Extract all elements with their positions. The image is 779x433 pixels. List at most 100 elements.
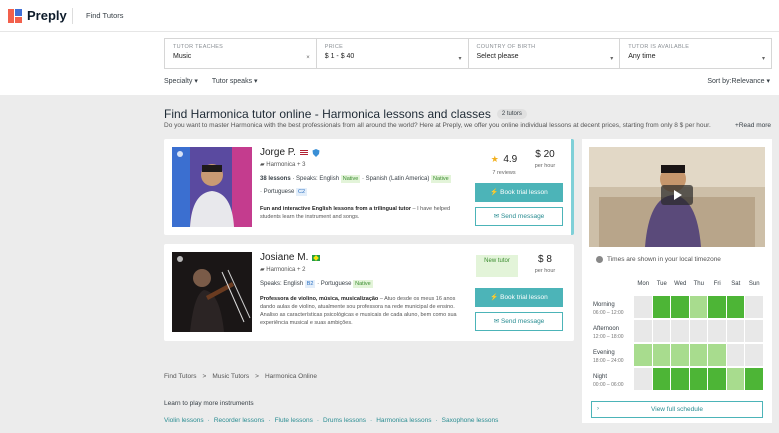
language-level-badge: Native (353, 280, 373, 288)
filter-value: Music (173, 53, 192, 60)
price-value: $ 8 (538, 254, 552, 265)
book-trial-button[interactable]: ⚡ Book trial lesson (475, 183, 563, 202)
availability-cell (708, 344, 726, 366)
schedule-day-header: Mon Tue Wed Thu Fri Sat Sun (634, 281, 764, 287)
availability-cell (689, 344, 707, 366)
availability-cell (726, 320, 744, 342)
brand-name: Preply (27, 8, 67, 23)
subject-text: Harmonica + 3 (266, 162, 306, 168)
availability-cell (634, 368, 652, 390)
tutor-card[interactable]: Josiane M. ▰ Harmonica + 2 Speaks: Engli… (164, 244, 574, 341)
chevron-down-icon: ▾ (761, 56, 765, 62)
slot-time: 06:00 – 12:00 (593, 310, 624, 316)
nav-find-tutors[interactable]: Find Tutors (86, 11, 124, 20)
availability-cell (671, 344, 689, 366)
link-separator: · (316, 417, 320, 424)
link-saxophone-lessons[interactable]: Saxophone lessons (442, 417, 499, 424)
link-violin-lessons[interactable]: Violin lessons (164, 417, 204, 424)
availability-cell (745, 320, 763, 342)
subject-text: Harmonica + 2 (266, 267, 306, 273)
slot-label-afternoon: Afternoon 12:00 – 18:00 (593, 325, 624, 341)
tutor-subject: ▰ Harmonica + 2 (260, 266, 305, 273)
link-separator: · (207, 417, 210, 424)
link-separator: · (268, 417, 271, 424)
filter-label: TUTOR TEACHES (173, 44, 224, 50)
filter-label: COUNTRY OF BIRTH (476, 44, 536, 50)
slot-time: 12:00 – 18:00 (593, 334, 624, 340)
intro-video[interactable] (589, 147, 765, 247)
filter-tutor-available[interactable]: TUTOR IS AVAILABLE Any time ▾ (620, 39, 771, 68)
breadcrumb-separator: > (202, 373, 207, 380)
breadcrumb-separator: > (255, 373, 259, 380)
filter-tutor-teaches[interactable]: TUTOR TEACHES Music × (165, 39, 317, 68)
send-message-button[interactable]: ✉ Send message (475, 207, 563, 226)
send-message-button[interactable]: ✉ Send message (475, 312, 563, 331)
timezone-note: Times are shown in your local timezone (596, 256, 721, 263)
view-full-schedule-button[interactable]: › View full schedule (591, 401, 763, 418)
language-name: · Spanish (Latin America) (362, 176, 430, 182)
availability-cell (634, 296, 652, 318)
filter-country-of-birth[interactable]: COUNTRY OF BIRTH Select please ▾ (469, 39, 621, 68)
specialty-dropdown[interactable]: Specialty ▾ (164, 77, 198, 85)
sort-dropdown[interactable]: Sort by:Relevance ▾ (707, 77, 770, 85)
availability-cell (708, 368, 726, 390)
availability-cell (708, 296, 726, 318)
read-more-link[interactable]: +Read more (733, 122, 771, 129)
play-icon[interactable] (661, 185, 693, 205)
availability-cell (671, 320, 689, 342)
link-recorder-lessons[interactable]: Recorder lessons (214, 417, 265, 424)
breadcrumb-music-tutors[interactable]: Music Tutors (212, 373, 249, 380)
price-value: $ 20 (535, 149, 555, 160)
availability-cell (652, 320, 670, 342)
chevron-right-icon: › (597, 406, 599, 412)
tutor-price: $ 8 per hour (526, 254, 564, 274)
breadcrumb-find-tutors[interactable]: Find Tutors (164, 373, 197, 380)
tutor-name[interactable]: Josiane M. (260, 252, 308, 263)
tutor-photo[interactable] (172, 252, 252, 332)
description-headline: Professora de violino, música, musicaliz… (260, 296, 379, 302)
review-count[interactable]: 7 reviews (484, 170, 524, 176)
tutor-count-badge: 2 tutors (496, 109, 527, 119)
day-label: Sun (748, 281, 760, 287)
day-label: Tue (656, 281, 667, 287)
brand-logo[interactable]: Preply (8, 8, 67, 23)
tutor-description: Professora de violino, música, musicaliz… (260, 295, 470, 327)
price-unit: per hour (534, 268, 556, 274)
page-intro: Do you want to master Harmonica with the… (164, 122, 711, 129)
tutor-speaks-dropdown[interactable]: Tutor speaks ▾ (212, 77, 258, 85)
link-harmonica-lessons[interactable]: Harmonica lessons (376, 417, 431, 424)
brazil-flag-icon (312, 254, 321, 261)
tutor-rating: ★ 4.9 7 reviews (484, 149, 524, 176)
tutor-description: Fun and interactive English lessons from… (260, 205, 470, 221)
tutor-card[interactable]: Jorge P. ▰ Harmonica + 3 38 lessons · Sp… (164, 139, 574, 235)
language-name: · Portuguese (317, 281, 352, 287)
filter-price[interactable]: PRICE $ 1 - $ 40 ▾ (317, 39, 469, 68)
slot-time: 18:00 – 24:00 (593, 358, 624, 364)
availability-cell (745, 344, 763, 366)
tutor-name-row: Jorge P. (260, 147, 320, 158)
secondary-filters: Specialty ▾ Tutor speaks ▾ (164, 77, 258, 85)
language-level-badge: C2 (296, 188, 308, 196)
link-separator: · (435, 417, 438, 424)
tutor-name[interactable]: Jorge P. (260, 147, 296, 158)
clear-icon[interactable]: × (306, 55, 310, 61)
link-flute-lessons[interactable]: Flute lessons (275, 417, 313, 424)
us-flag-icon (299, 149, 308, 156)
link-drums-lessons[interactable]: Drums lessons (323, 417, 366, 424)
breadcrumb: Find Tutors > Music Tutors > Harmonica O… (164, 373, 317, 380)
tutor-languages: Speaks: English B2 · Portuguese Native (260, 278, 470, 291)
tutor-photo[interactable] (172, 147, 252, 227)
availability-cell (708, 320, 726, 342)
day-label: Fri (713, 281, 721, 287)
day-label: Wed (674, 281, 687, 287)
star-icon: ★ (490, 154, 499, 164)
day-label: Mon (637, 281, 650, 287)
tutor-price: $ 20 per hour (526, 149, 564, 169)
speaks-label: · Speaks: English (292, 176, 340, 182)
availability-cell (671, 368, 689, 390)
learn-more-heading: Learn to play more instruments (164, 400, 254, 407)
slot-name: Afternoon (593, 326, 620, 332)
slot-name: Night (593, 374, 608, 380)
book-trial-button[interactable]: ⚡ Book trial lesson (475, 288, 563, 307)
availability-cell (745, 368, 763, 390)
